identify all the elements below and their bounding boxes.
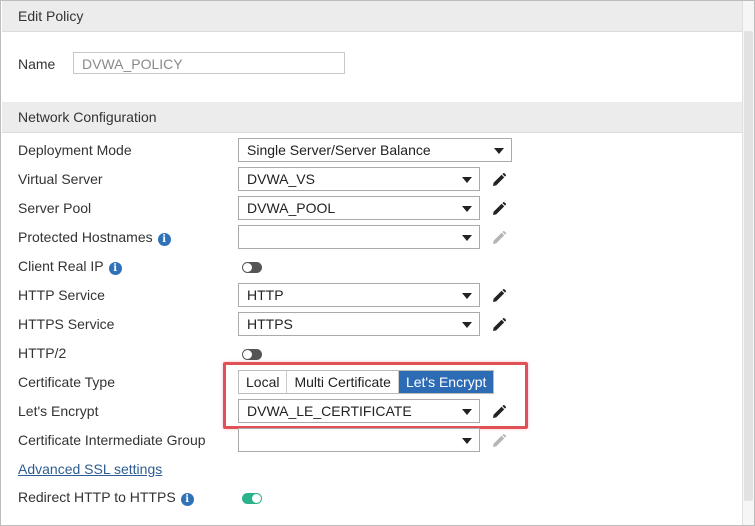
redirect-http-https-label: Redirect HTTP to HTTPS i	[18, 489, 194, 506]
protected-hostnames-label: Protected Hostnames i	[18, 229, 171, 246]
edit-policy-dialog: Edit Policy Name DVWA_POLICY Network Con…	[0, 0, 755, 526]
https-service-select[interactable]: HTTPS	[238, 312, 480, 336]
virtual-server-value: DVWA_VS	[247, 171, 315, 187]
https-service-value: HTTPS	[247, 316, 293, 332]
vertical-scrollbar[interactable]	[742, 1, 754, 525]
lets-encrypt-label: Let's Encrypt	[18, 403, 99, 419]
network-configuration-header: Network Configuration	[2, 102, 742, 133]
client-real-ip-label: Client Real IP i	[18, 258, 122, 275]
pencil-icon	[493, 433, 507, 447]
advanced-ssl-settings-link[interactable]: Advanced SSL settings	[18, 461, 162, 477]
name-label: Name	[18, 56, 56, 72]
protected-hostnames-select[interactable]	[238, 225, 480, 249]
toggle-knob	[252, 494, 261, 503]
virtual-server-select[interactable]: DVWA_VS	[238, 167, 480, 191]
redirect-http-https-text: Redirect HTTP to HTTPS	[18, 489, 176, 505]
toggle-knob	[243, 350, 252, 359]
chevron-down-icon	[462, 293, 472, 299]
pencil-icon[interactable]	[491, 172, 507, 188]
info-circle-icon[interactable]: i	[108, 262, 122, 275]
pencil-icon	[493, 230, 507, 244]
cert-intermediate-group-label: Certificate Intermediate Group	[18, 432, 206, 448]
deployment-mode-value: Single Server/Server Balance	[247, 142, 431, 158]
pencil-icon[interactable]	[491, 288, 507, 304]
deployment-mode-select[interactable]: Single Server/Server Balance	[238, 138, 512, 162]
http-service-select[interactable]: HTTP	[238, 283, 480, 307]
pencil-icon[interactable]	[491, 201, 507, 217]
http2-toggle[interactable]	[242, 349, 262, 360]
client-real-ip-text: Client Real IP	[18, 258, 104, 274]
certificate-type-label: Certificate Type	[18, 374, 116, 390]
server-pool-select[interactable]: DVWA_POOL	[238, 196, 480, 220]
dialog-title: Edit Policy	[2, 1, 742, 32]
chevron-down-icon	[462, 438, 472, 444]
chevron-down-icon	[462, 206, 472, 212]
chevron-down-icon	[462, 322, 472, 328]
http-service-value: HTTP	[247, 287, 284, 303]
deployment-mode-label: Deployment Mode	[18, 142, 132, 158]
protected-hostnames-text: Protected Hostnames	[18, 229, 153, 245]
chevron-down-icon	[462, 177, 472, 183]
virtual-server-label: Virtual Server	[18, 171, 103, 187]
cert-intermediate-group-select[interactable]	[238, 428, 480, 452]
https-service-label: HTTPS Service	[18, 316, 115, 332]
highlight-annotation-box	[223, 362, 528, 429]
http-service-label: HTTP Service	[18, 287, 105, 303]
http2-label: HTTP/2	[18, 345, 67, 361]
server-pool-value: DVWA_POOL	[247, 200, 336, 216]
info-circle-icon[interactable]: i	[180, 493, 194, 506]
name-input[interactable]: DVWA_POLICY	[73, 52, 345, 74]
chevron-down-icon	[462, 235, 472, 241]
info-circle-icon[interactable]: i	[157, 233, 171, 246]
client-real-ip-toggle[interactable]	[242, 262, 262, 273]
redirect-http-https-toggle[interactable]	[242, 493, 262, 504]
scrollbar-thumb[interactable]	[744, 31, 753, 501]
server-pool-label: Server Pool	[18, 200, 92, 216]
toggle-knob	[243, 263, 252, 272]
chevron-down-icon	[494, 148, 504, 154]
pencil-icon[interactable]	[491, 317, 507, 333]
